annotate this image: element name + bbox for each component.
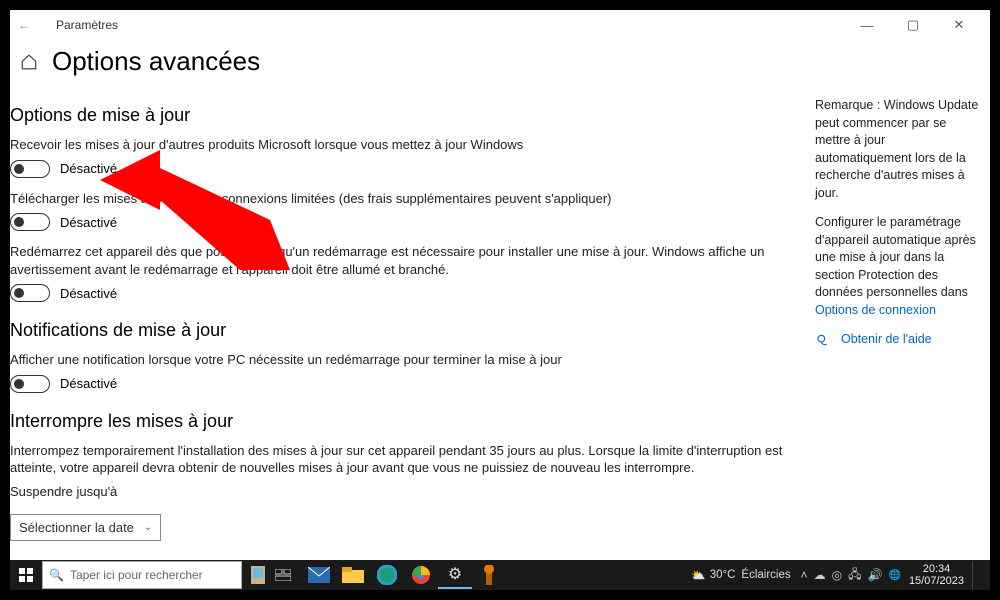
opt-metered-label: Télécharger les mises à jour via des con… <box>10 190 800 208</box>
toggle-restart[interactable] <box>10 284 50 302</box>
search-placeholder: Taper ici pour rechercher <box>70 568 203 582</box>
tray-volume-icon[interactable]: 🔊 <box>868 568 883 582</box>
close-button[interactable]: ✕ <box>936 10 982 40</box>
toggle-metered-state: Désactivé <box>60 215 117 230</box>
task-view-button[interactable] <box>270 562 296 588</box>
page-title: Options avancées <box>52 46 260 77</box>
sidebar-note-1: Remarque : Windows Update peut commencer… <box>815 97 980 202</box>
app-name: Paramètres <box>56 18 118 32</box>
taskbar-app-other[interactable] <box>472 561 506 589</box>
taskbar: 🔍 Taper ici pour rechercher ⚙ ⛅ 30°C Écl… <box>10 560 990 590</box>
clock-time: 20:34 <box>909 563 964 575</box>
system-tray[interactable]: ˄ ☁ ◎ 🖧 🔊 🌐 <box>801 565 901 586</box>
taskbar-app-edge[interactable] <box>370 561 404 589</box>
page-header: Options avancées <box>10 40 990 87</box>
taskbar-app-explorer[interactable] <box>336 561 370 589</box>
chevron-down-icon: ⌄ <box>144 522 152 533</box>
weather-text: Éclaircies <box>741 569 790 581</box>
toggle-receive-updates-state: Désactivé <box>60 161 117 176</box>
taskbar-apps: ⚙ <box>302 561 506 589</box>
section-notifications: Notifications de mise à jour <box>10 320 800 341</box>
pause-sublabel: Suspendre jusqu'à <box>10 483 800 501</box>
pause-desc: Interrompez temporairement l'installatio… <box>10 442 800 477</box>
taskbar-app-settings[interactable]: ⚙ <box>438 561 472 589</box>
start-button[interactable] <box>10 560 42 590</box>
titlebar: ← Paramètres — ▢ ✕ <box>10 10 990 40</box>
taskbar-clock[interactable]: 20:34 15/07/2023 <box>909 563 964 587</box>
gear-icon: ⚙ <box>448 564 462 584</box>
toggle-receive-updates[interactable] <box>10 160 50 178</box>
main-content: Options de mise à jour Recevoir les mise… <box>10 87 810 560</box>
tray-language-icon[interactable]: 🌐 <box>888 570 900 581</box>
minimize-button[interactable]: — <box>844 10 890 40</box>
opt-receive-updates-label: Recevoir les mises à jour d'autres produ… <box>10 136 800 154</box>
get-help-link[interactable]: Obtenir de l'aide <box>841 331 932 349</box>
toggle-restart-state: Désactivé <box>60 286 117 301</box>
section-update-options: Options de mise à jour <box>10 105 800 126</box>
settings-window: ← Paramètres — ▢ ✕ Options avancées Opti… <box>10 10 990 560</box>
maximize-button[interactable]: ▢ <box>890 10 936 40</box>
pause-date-dropdown[interactable]: Sélectionner la date ⌄ <box>10 514 161 541</box>
home-icon[interactable] <box>20 53 38 71</box>
search-icon: 🔍 <box>49 568 64 582</box>
clock-date: 15/07/2023 <box>909 575 964 587</box>
weather-icon: ⛅ <box>691 568 705 582</box>
opt-restart-label: Redémarrez cet appareil dès que possible… <box>10 243 800 278</box>
help-icon <box>815 331 833 349</box>
taskbar-weather[interactable]: ⛅ 30°C Éclaircies <box>691 568 790 582</box>
sidebar: Remarque : Windows Update peut commencer… <box>810 87 990 560</box>
tray-onedrive-icon[interactable]: ☁ <box>814 568 826 582</box>
section-pause: Interrompre les mises à jour <box>10 411 800 432</box>
back-icon[interactable]: ← <box>18 18 30 32</box>
opt-notify-label: Afficher une notification lorsque votre … <box>10 351 800 369</box>
toggle-notify[interactable] <box>10 375 50 393</box>
show-desktop-button[interactable] <box>972 561 984 589</box>
cortana-icon[interactable] <box>246 562 270 588</box>
taskbar-app-mail[interactable] <box>302 561 336 589</box>
taskbar-app-chrome[interactable] <box>404 561 438 589</box>
tray-network-icon[interactable]: 🖧 <box>848 565 861 586</box>
pause-date-value: Sélectionner la date <box>19 520 134 535</box>
weather-temp: 30°C <box>710 569 736 581</box>
taskbar-search[interactable]: 🔍 Taper ici pour rechercher <box>42 561 242 589</box>
toggle-metered[interactable] <box>10 213 50 231</box>
tray-chevron-up-icon[interactable]: ˄ <box>801 568 808 582</box>
sidebar-note-2: Configurer le paramétrage d'appareil aut… <box>815 214 980 319</box>
signin-options-link[interactable]: Options de connexion <box>815 303 936 317</box>
toggle-notify-state: Désactivé <box>60 376 117 391</box>
tray-location-icon[interactable]: ◎ <box>832 568 842 582</box>
